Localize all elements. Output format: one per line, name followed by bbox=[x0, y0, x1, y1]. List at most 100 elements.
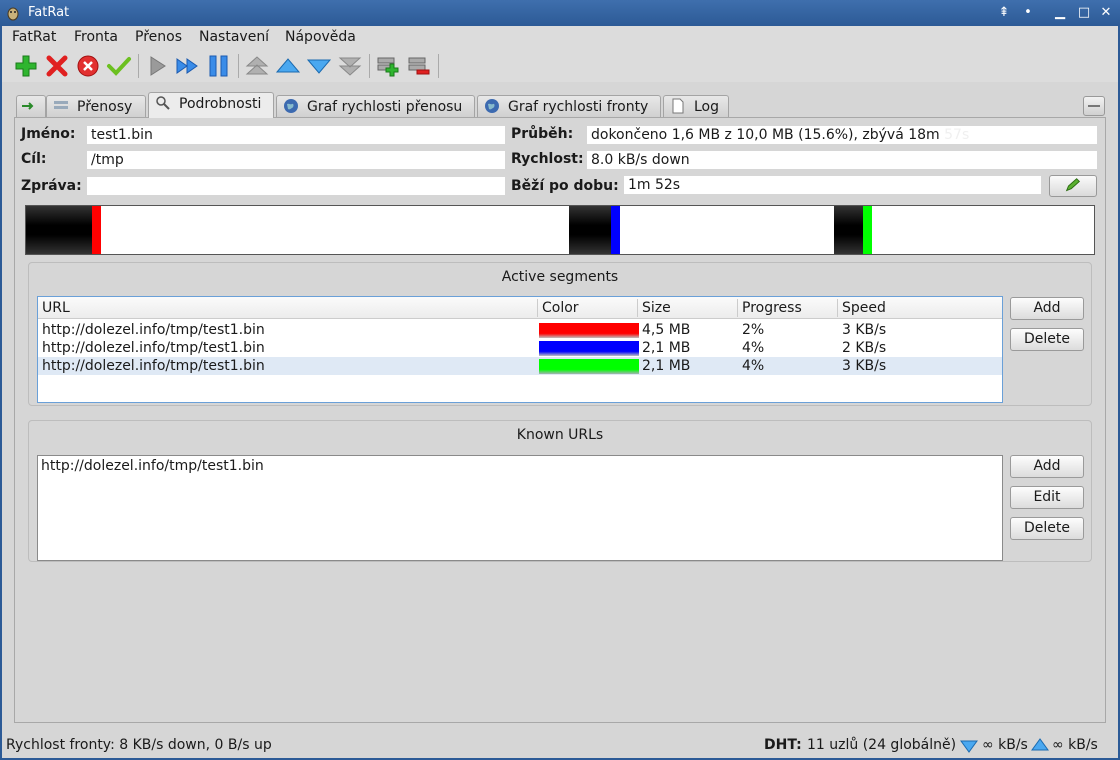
move-down-button[interactable] bbox=[305, 52, 333, 80]
move-top-button[interactable] bbox=[243, 52, 271, 80]
keep-above-icon[interactable]: ⇞ bbox=[994, 3, 1014, 23]
row-url: http://dolezel.info/tmp/test1.bin bbox=[42, 322, 265, 338]
upload-limit[interactable]: ∞ kB/s bbox=[1052, 737, 1098, 753]
delete-segment-button[interactable]: Delete bbox=[1010, 328, 1084, 351]
column-divider bbox=[637, 299, 638, 317]
segment-active-marker bbox=[92, 206, 101, 254]
col-speed-header[interactable]: Speed bbox=[842, 300, 886, 316]
progress-value: dokončeno 1,6 MB z 10,0 MB (15.6%), zbýv… bbox=[591, 127, 940, 143]
active-segments-table[interactable]: URL Color Size Progress Speed http://dol… bbox=[37, 296, 1003, 403]
delete-with-data-icon bbox=[77, 55, 99, 77]
col-progress-header[interactable]: Progress bbox=[742, 300, 802, 316]
move-down-icon bbox=[306, 59, 332, 74]
name-value: test1.bin bbox=[87, 126, 505, 144]
status-bar: Rychlost fronty: 8 KB/s down, 0 B/s up D… bbox=[0, 734, 1120, 758]
tab-log[interactable]: Log bbox=[663, 95, 729, 118]
move-up-icon bbox=[275, 58, 301, 73]
row-size: 2,1 MB bbox=[642, 340, 691, 356]
on-all-desktops-icon[interactable]: • bbox=[1018, 3, 1038, 23]
tab-graf-rychlosti-fronty[interactable]: Graf rychlosti fronty bbox=[477, 95, 661, 118]
known-urls-title: Known URLs bbox=[516, 427, 604, 443]
minimize-button[interactable]: ▁ bbox=[1050, 3, 1070, 23]
toolbar-separator bbox=[238, 54, 239, 78]
maximize-button[interactable]: □ bbox=[1074, 3, 1094, 23]
pause-button[interactable] bbox=[205, 52, 233, 80]
move-up-button[interactable] bbox=[274, 52, 302, 80]
table-row[interactable]: http://dolezel.info/tmp/test1.bin 4,5 MB… bbox=[38, 321, 1002, 339]
row-progress: 4% bbox=[742, 358, 765, 374]
globe-icon bbox=[485, 99, 499, 113]
force-start-icon bbox=[176, 58, 198, 74]
menu-fronta[interactable]: Fronta bbox=[74, 29, 118, 45]
destination-label: Cíl: bbox=[21, 151, 47, 167]
row-color-swatch bbox=[539, 359, 639, 374]
move-bottom-button[interactable] bbox=[336, 52, 364, 80]
pause-icon bbox=[209, 55, 228, 77]
upload-limit-icon[interactable] bbox=[1031, 738, 1049, 752]
speed-label: Rychlost: bbox=[511, 151, 584, 167]
row-progress: 2% bbox=[742, 322, 765, 338]
edit-comment-button[interactable] bbox=[1049, 175, 1097, 197]
add-transfer-button[interactable] bbox=[12, 52, 40, 80]
dht-label: DHT: bbox=[764, 737, 802, 753]
delete-url-button[interactable]: Delete bbox=[1010, 517, 1084, 540]
table-row-selected[interactable]: http://dolezel.info/tmp/test1.bin 2,1 MB… bbox=[38, 357, 1002, 375]
tab-new[interactable] bbox=[16, 95, 46, 118]
col-size-header[interactable]: Size bbox=[642, 300, 671, 316]
list-item[interactable]: http://dolezel.info/tmp/test1.bin bbox=[38, 457, 1002, 475]
tab-graf-fronty-label: Graf rychlosti fronty bbox=[508, 99, 649, 115]
row-speed: 2 KB/s bbox=[842, 340, 887, 356]
edit-url-button[interactable]: Edit bbox=[1010, 486, 1084, 509]
delete-icon bbox=[46, 55, 68, 77]
row-size: 4,5 MB bbox=[642, 322, 691, 338]
known-urls-list[interactable]: http://dolezel.info/tmp/test1.bin bbox=[37, 455, 1003, 561]
menu-prenos[interactable]: Přenos bbox=[135, 29, 182, 45]
segment-progress-bar bbox=[25, 205, 1095, 255]
row-speed: 3 KB/s bbox=[842, 322, 887, 338]
force-start-button[interactable] bbox=[174, 52, 202, 80]
download-limit-icon[interactable] bbox=[960, 739, 978, 753]
tab-graf-rychlosti-prenosu[interactable]: Graf rychlosti přenosu bbox=[276, 95, 475, 118]
close-tab-icon bbox=[1088, 105, 1100, 107]
tab-bar: Přenosy Podrobnosti Graf rychlosti přeno… bbox=[0, 92, 1120, 118]
menu-bar: FatRat Fronta Přenos Nastavení Nápověda bbox=[0, 26, 1120, 50]
table-row[interactable]: http://dolezel.info/tmp/test1.bin 2,1 MB… bbox=[38, 339, 1002, 357]
document-icon bbox=[672, 98, 684, 114]
add-queue-button[interactable] bbox=[374, 52, 402, 80]
add-url-button[interactable]: Add bbox=[1010, 455, 1084, 478]
col-color-header[interactable]: Color bbox=[542, 300, 579, 316]
resume-all-button[interactable] bbox=[105, 52, 133, 80]
known-url: http://dolezel.info/tmp/test1.bin bbox=[41, 458, 264, 474]
runtime-value: 1m 52s bbox=[624, 176, 1041, 194]
tab-log-label: Log bbox=[694, 99, 720, 115]
add-icon bbox=[15, 55, 37, 77]
tab-prenosy[interactable]: Přenosy bbox=[46, 95, 146, 118]
close-window-button[interactable]: ✕ bbox=[1096, 3, 1116, 23]
start-button[interactable] bbox=[143, 52, 171, 80]
new-tab-icon bbox=[22, 102, 34, 110]
fatrat-logo-icon bbox=[7, 7, 19, 21]
tab-podrobnosti[interactable]: Podrobnosti bbox=[148, 92, 274, 118]
delete-with-data-button[interactable] bbox=[74, 52, 102, 80]
menu-fatrat[interactable]: FatRat bbox=[12, 29, 56, 45]
tab-graf-prenosu-label: Graf rychlosti přenosu bbox=[307, 99, 463, 115]
close-tab-button[interactable] bbox=[1083, 96, 1105, 116]
menu-napoveda[interactable]: Nápověda bbox=[285, 29, 356, 45]
menu-nastaveni[interactable]: Nastavení bbox=[199, 29, 269, 45]
start-icon bbox=[150, 56, 166, 76]
col-url-header[interactable]: URL bbox=[42, 300, 70, 316]
row-color-swatch bbox=[539, 341, 639, 356]
pencil-icon bbox=[1065, 178, 1081, 192]
title-bar: FatRat ⇞ • ▁ □ ✕ bbox=[0, 0, 1120, 26]
progress-field: dokončeno 1,6 MB z 10,0 MB (15.6%), zbýv… bbox=[587, 126, 1097, 144]
column-divider bbox=[837, 299, 838, 317]
delete-transfer-button[interactable] bbox=[43, 52, 71, 80]
download-limit[interactable]: ∞ kB/s bbox=[982, 737, 1028, 753]
globe-icon bbox=[284, 99, 298, 113]
add-segment-button[interactable]: Add bbox=[1010, 297, 1084, 320]
remove-queue-button[interactable] bbox=[405, 52, 433, 80]
message-label: Zpráva: bbox=[21, 178, 82, 194]
segment-active-marker bbox=[611, 206, 620, 254]
runtime-label: Běží po dobu: bbox=[511, 178, 619, 194]
row-size: 2,1 MB bbox=[642, 358, 691, 374]
